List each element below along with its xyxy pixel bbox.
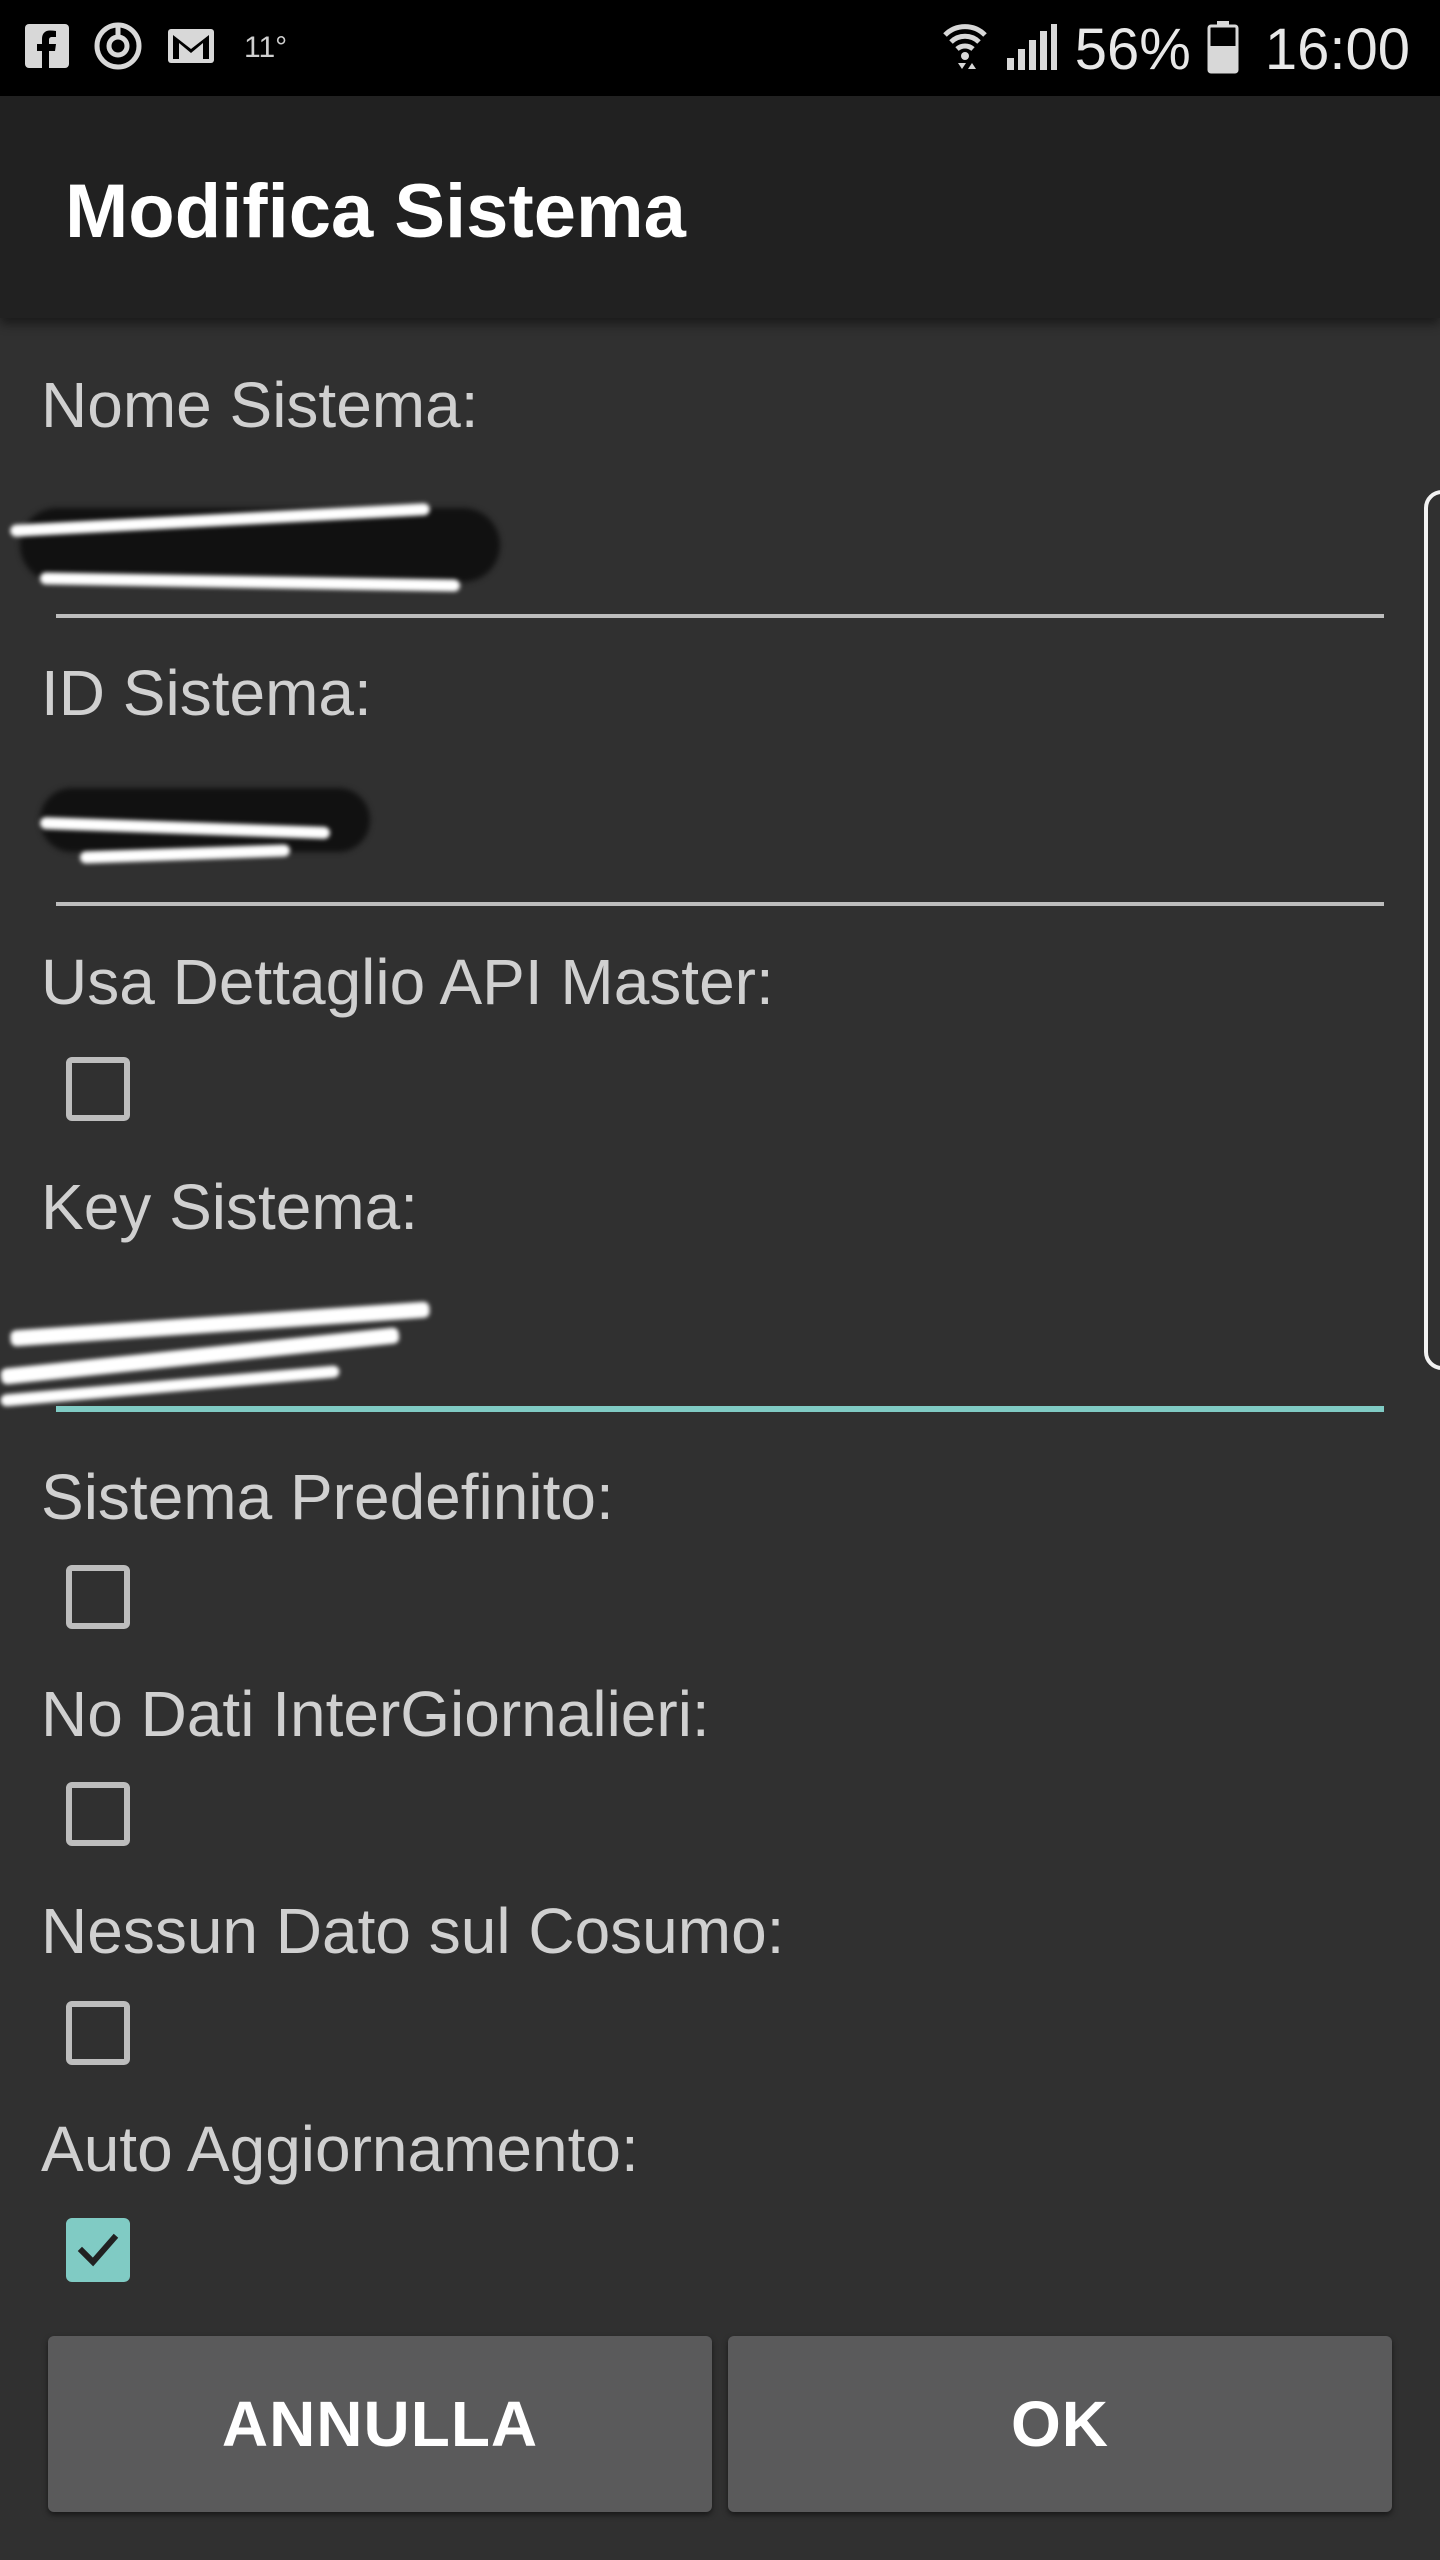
sistema-predefinito-label: Sistema Predefinito: xyxy=(41,1461,614,1533)
status-bar: 11° 56% 16:00 xyxy=(0,0,1440,96)
no-dati-intergiornalieri-checkbox[interactable] xyxy=(66,1782,130,1846)
usa-dettaglio-api-master-label: Usa Dettaglio API Master: xyxy=(41,946,774,1018)
temperature-text: 11° xyxy=(244,31,288,64)
signal-icon xyxy=(1005,22,1059,77)
auto-aggiornamento-label: Auto Aggiornamento: xyxy=(41,2113,639,2185)
no-dati-intergiornalieri-label: No Dati InterGiornalieri: xyxy=(41,1678,710,1750)
gmail-icon xyxy=(166,26,216,71)
key-sistema-input[interactable] xyxy=(0,1272,1384,1412)
status-bar-left: 11° xyxy=(24,20,287,76)
nome-sistema-label: Nome Sistema: xyxy=(41,369,479,441)
usa-dettaglio-api-master-checkbox[interactable] xyxy=(66,1057,130,1121)
edge-panel-handle[interactable] xyxy=(1424,490,1440,1370)
nome-sistema-underline xyxy=(56,614,1384,618)
key-sistema-underline xyxy=(56,1406,1384,1412)
id-sistema-label: ID Sistema: xyxy=(41,657,372,729)
clock-time: 16:00 xyxy=(1264,16,1410,82)
sync-icon xyxy=(92,20,144,77)
ok-button[interactable]: OK xyxy=(728,2336,1392,2512)
checkmark-icon xyxy=(77,2233,119,2267)
auto-aggiornamento-checkbox[interactable] xyxy=(66,2218,130,2282)
sistema-predefinito-checkbox[interactable] xyxy=(66,1565,130,1629)
battery-icon xyxy=(1207,20,1239,79)
key-sistema-label: Key Sistema: xyxy=(41,1171,419,1243)
id-sistema-underline xyxy=(56,902,1384,906)
nessun-dato-cosumo-checkbox[interactable] xyxy=(66,2001,130,2065)
status-bar-right: 56% 16:00 xyxy=(941,14,1410,84)
battery-percent: 56% xyxy=(1074,16,1191,82)
screen: 11° 56% 16:00 Modifica Sistema Nome Sist… xyxy=(0,0,1440,2560)
facebook-icon xyxy=(24,23,70,74)
page-title: Modifica Sistema xyxy=(65,169,686,254)
id-sistema-input[interactable] xyxy=(39,766,1384,906)
app-bar: Modifica Sistema xyxy=(0,96,1440,318)
wifi-icon xyxy=(941,21,989,78)
cancel-button[interactable]: ANNULLA xyxy=(48,2336,712,2512)
nessun-dato-cosumo-label: Nessun Dato sul Cosumo: xyxy=(41,1895,785,1967)
nome-sistema-input[interactable] xyxy=(9,478,1384,618)
